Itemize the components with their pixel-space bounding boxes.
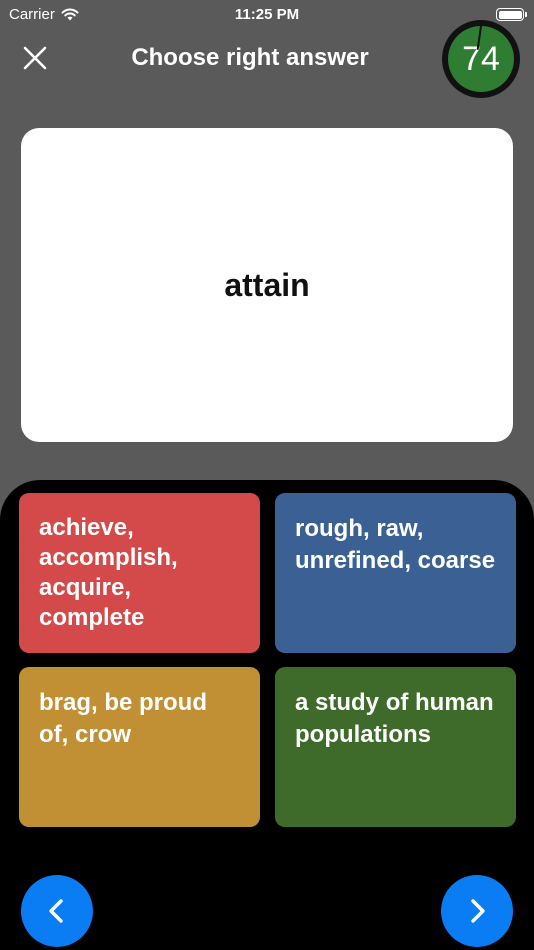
chevron-right-icon <box>471 899 485 923</box>
word-card: attain <box>21 128 513 442</box>
answer-option-4[interactable]: a study of human populations <box>275 667 516 827</box>
next-button[interactable] <box>441 875 513 947</box>
status-time: 11:25 PM <box>234 6 300 23</box>
battery-icon <box>496 8 527 21</box>
answer-option-2[interactable]: rough, raw, unrefined, coarse <box>275 493 516 653</box>
answer-option-1[interactable]: achieve, accomplish, acquire, complete <box>19 493 260 653</box>
question-word: attain <box>224 266 310 303</box>
chevron-left-icon <box>49 899 63 923</box>
answers-panel: achieve, accomplish, acquire, complete r… <box>0 480 534 950</box>
answer-option-3[interactable]: brag, be proud of, crow <box>19 667 260 827</box>
page-title: Choose right answer <box>131 44 369 71</box>
timer-value: 74 <box>448 26 514 92</box>
status-bar: Carrier 11:25 PM <box>0 0 534 28</box>
previous-button[interactable] <box>21 875 93 947</box>
timer-badge: 74 <box>442 20 520 98</box>
